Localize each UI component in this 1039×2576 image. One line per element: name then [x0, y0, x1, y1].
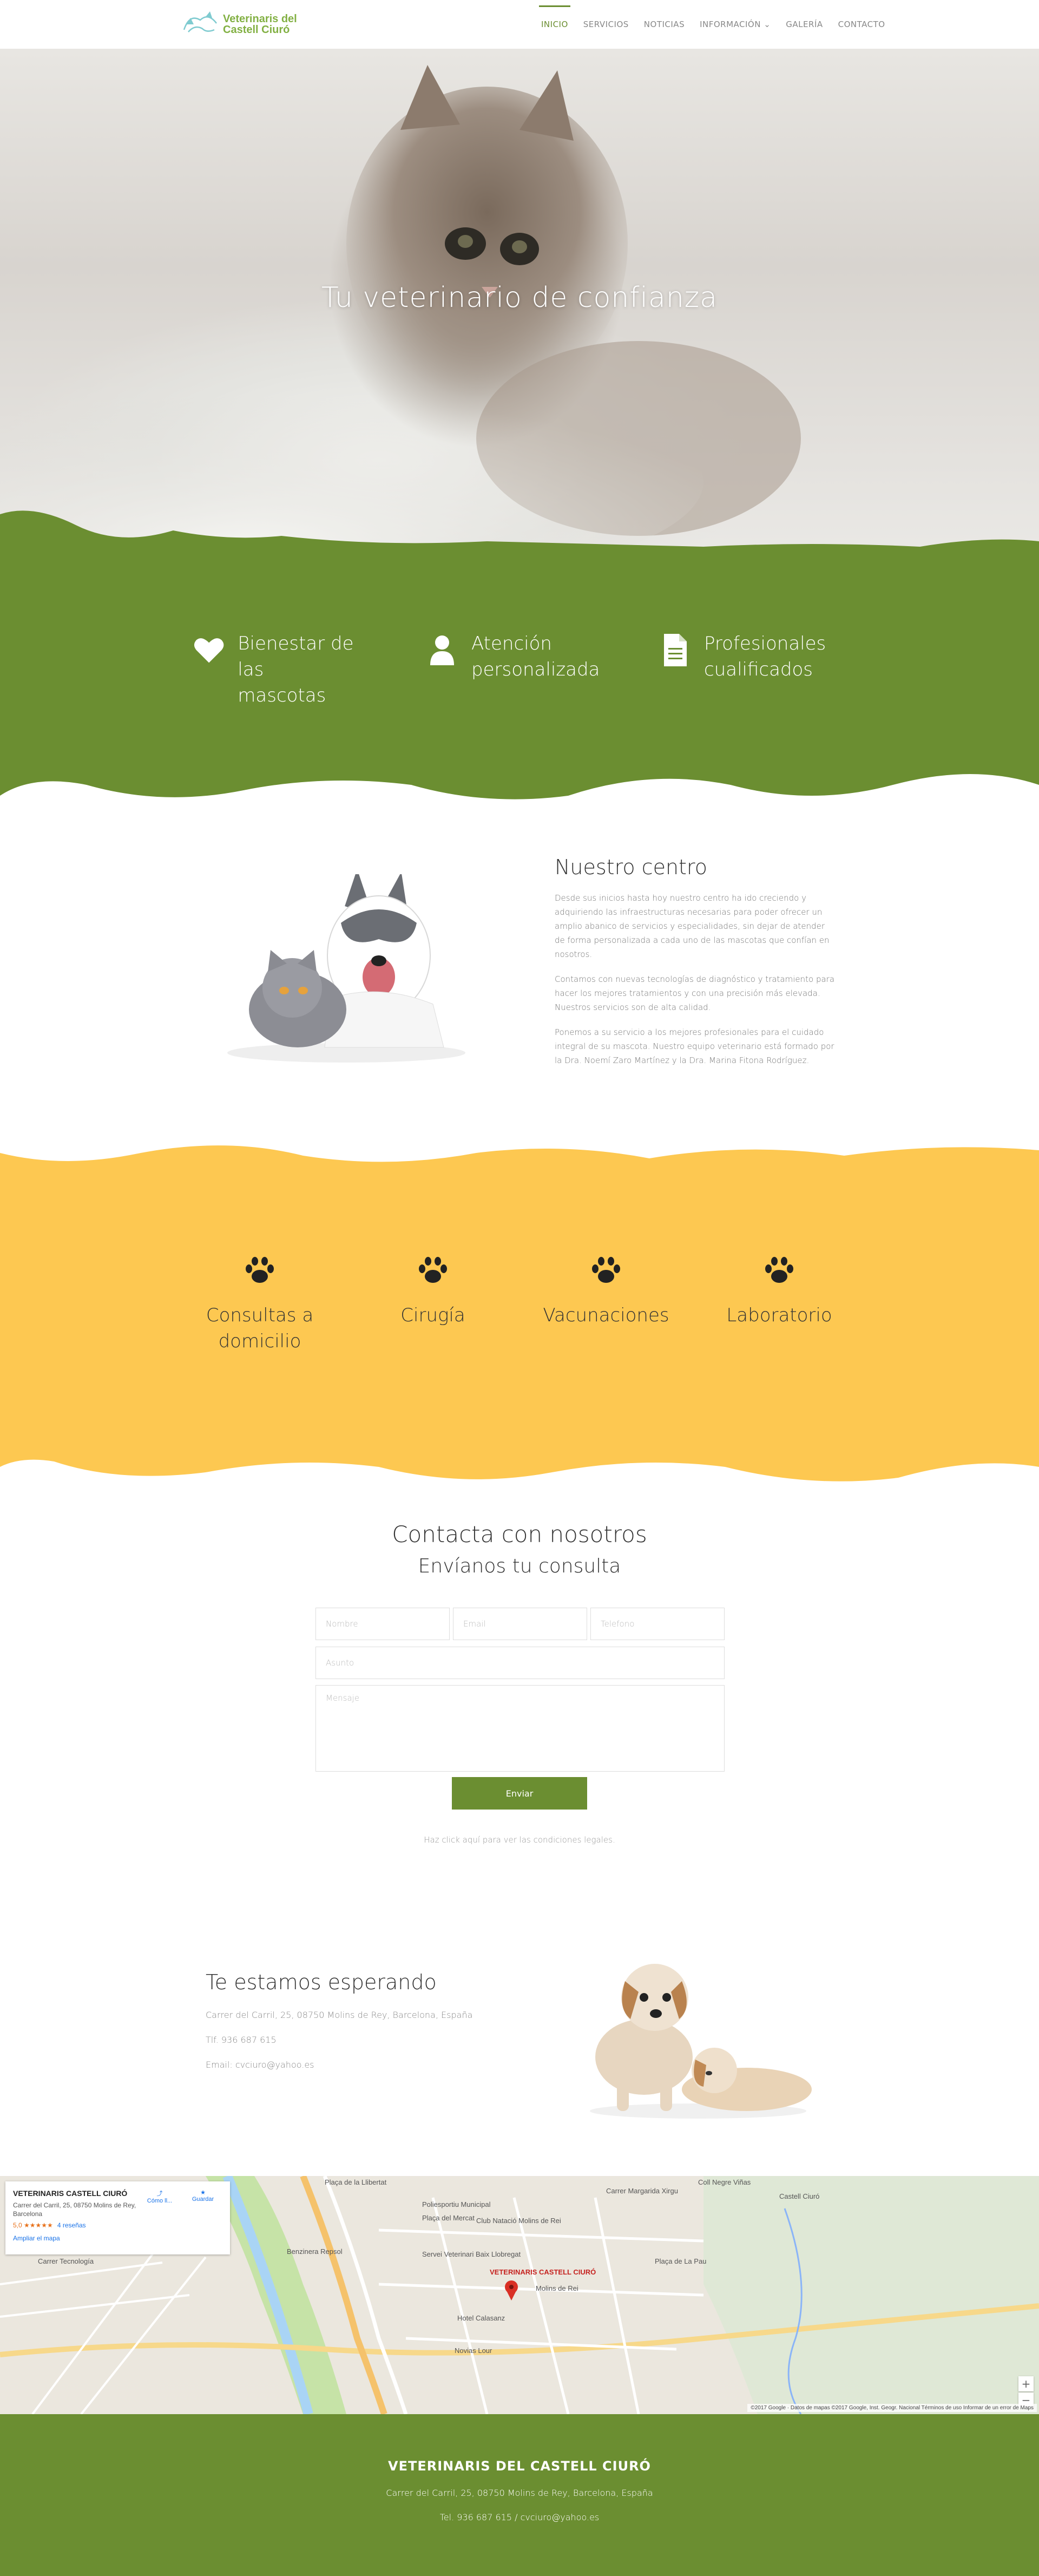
location-title: Te estamos esperando [206, 1970, 437, 1994]
nav-servicios[interactable]: SERVICIOS [578, 0, 634, 49]
map-label-mercat: Plaça del Mercat [422, 2214, 475, 2222]
location-phone: Tlf. 936 687 615 [206, 2035, 277, 2045]
document-icon [664, 634, 687, 666]
map-attribution[interactable]: ©2017 Google · Datos de mapas ©2017 Goog… [747, 2404, 1037, 2412]
directions-label: Cómo ll... [147, 2198, 173, 2204]
logo-text: Veterinaris del Castell Ciuró [223, 14, 297, 35]
map-label-natacio: Club Natació Molins de Rei [476, 2217, 561, 2225]
service-4-line-1: Laboratorio [726, 1305, 832, 1326]
message-textarea[interactable]: Mensaje [315, 1685, 725, 1772]
paw-icon [765, 1257, 793, 1283]
paw-icon [592, 1257, 620, 1283]
map-label-servei: Servei Veterinari Baix Llobregat [422, 2250, 521, 2258]
hero-title: Tu veterinario de confianza [321, 281, 718, 314]
feature-3-line-2: cualificados [704, 659, 813, 680]
nav-inicio[interactable]: INICIO [536, 0, 574, 49]
phone-input[interactable]: Telefono [590, 1608, 725, 1640]
map-label-benzinera: Benzinera Repsol [287, 2247, 343, 2256]
main-nav: INICIO SERVICIOS NOTICIAS INFORMACIÓN ⌄ … [536, 0, 891, 49]
map-label-rasa: Carrer Margarida Xirgu [606, 2187, 678, 2195]
centro-section: Nuestro centro Desde sus inicios hasta h… [555, 855, 836, 1078]
contact-subtitle: Envíanos tu consulta [418, 1555, 621, 1577]
feature-2-line-2: personalizada [471, 659, 600, 680]
site-footer: VETERINARIS DEL CASTELL CIURÓ Carrer del… [0, 2414, 1039, 2576]
service-3-line-1: Vacunaciones [543, 1305, 669, 1326]
map-marker-label[interactable]: VETERINARIS CASTELL CIURÓ [490, 2268, 596, 2276]
map-rating-stars: 5,0 ★★★★★ [13, 2221, 53, 2229]
map-label-tecnologia: Carrer Tecnología [38, 2257, 94, 2265]
location-email[interactable]: Email: cvciuro@yahoo.es [206, 2058, 487, 2072]
service-vacunaciones[interactable]: Vacunaciones [520, 1256, 693, 1354]
feature-3-line-1: Profesionales [704, 633, 826, 654]
map-label-rambla: Plaça de la Llibertat [325, 2178, 387, 2186]
nav-galeria[interactable]: GALERÍA [780, 0, 828, 49]
map-enlarge-link[interactable]: Ampliar el mapa [13, 2234, 222, 2242]
service-2-line-1: Cirugía [400, 1305, 465, 1326]
service-1-line-1: Consultas a [206, 1305, 314, 1326]
subject-input[interactable]: Asunto [315, 1647, 725, 1679]
map-save-button[interactable]: ★ Guardar [184, 2189, 222, 2203]
email-input[interactable]: Email [453, 1608, 587, 1640]
puppies-image [590, 1964, 812, 2119]
service-consultas[interactable]: Consultas a domicilio [173, 1256, 346, 1354]
map-place-address: Carrer del Carril, 25, 08750 Molins de R… [13, 2201, 136, 2218]
centro-paragraph-3: Ponemos a su servicio a los mejores prof… [555, 1027, 834, 1065]
location-address: Carrer del Carril, 25, 08750 Molins de R… [206, 2010, 473, 2020]
paw-icon [419, 1257, 447, 1283]
map-label-coll: Coll Negre Viñas [698, 2178, 751, 2186]
name-input[interactable]: Nombre [315, 1608, 450, 1640]
map-label-molins: Molins de Rei [536, 2284, 578, 2292]
feature-1-line-2: mascotas [238, 685, 326, 706]
map-label-poliesportiu: Poliesportiu Municipal [422, 2200, 491, 2208]
google-map[interactable]: Plaça de la Llibertat Poliesportiu Munic… [0, 2176, 1039, 2414]
feature-2-line-1: Atención [471, 633, 552, 654]
map-place-rating: 5,0 ★★★★★ 4 reseñas [13, 2221, 222, 2229]
directions-icon: ⤴ [156, 2191, 163, 2197]
map-label-placa-pau: Plaça de La Pau [655, 2257, 707, 2265]
feature-bienestar: Bienestar de las mascotas [192, 631, 382, 709]
feature-1-line-1: Bienestar de las [238, 633, 354, 680]
save-label: Guardar [192, 2196, 214, 2203]
map-directions-button[interactable]: ⤴ Cómo ll... [141, 2189, 179, 2204]
site-logo[interactable]: Veterinaris del Castell Ciuró [179, 8, 308, 41]
centro-paragraph-1: Desde sus inicios hasta hoy nuestro cent… [555, 893, 830, 959]
nav-contacto[interactable]: CONTACTO [833, 0, 891, 49]
service-laboratorio[interactable]: Laboratorio [693, 1256, 866, 1354]
submit-button[interactable]: Enviar [452, 1777, 587, 1810]
nav-informacion[interactable]: INFORMACIÓN ⌄ [694, 0, 776, 49]
user-icon [430, 635, 454, 665]
paw-icon [246, 1257, 274, 1283]
map-label-hotel: Hotel Calasanz [457, 2314, 505, 2322]
centro-paragraph-2: Contamos con nuevas tecnologías de diagn… [555, 974, 835, 1012]
footer-contact: Tel. 936 687 615 / cvciuro@yahoo.es [439, 2512, 600, 2522]
map-zoom-in-button[interactable]: + [1018, 2376, 1034, 2391]
centro-title: Nuestro centro [555, 855, 707, 879]
map-place-card: VETERINARIS CASTELL CIURÓ Carrer del Car… [5, 2181, 230, 2254]
contact-title: Contacta con nosotros [392, 1521, 647, 1548]
feature-atencion: Atención personalizada [425, 631, 614, 709]
legal-conditions-link[interactable]: Haz click aquí para ver las condiciones … [0, 1835, 1039, 1845]
husky-and-cat-image [227, 874, 465, 1063]
map-reviews-link[interactable]: 4 reseñas [57, 2221, 86, 2229]
services-row: Consultas a domicilio Cirugía Vacunacion… [0, 1256, 1039, 1354]
map-label-novias: Novias Lour [455, 2346, 492, 2355]
features-row: Bienestar de las mascotas Atención perso… [0, 631, 1039, 709]
logo-line-2: Castell Ciuró [223, 24, 290, 36]
footer-address: Carrer del Carril, 25, 08750 Molins de R… [386, 2488, 653, 2498]
map-label-castell: Castell Ciuró [779, 2192, 820, 2200]
contact-form-row: Nombre Email Telefono [315, 1608, 725, 1640]
service-1-line-2: domicilio [218, 1330, 301, 1352]
logo-line-1: Veterinaris del [223, 13, 297, 25]
nav-noticias[interactable]: NOTICIAS [639, 0, 690, 49]
feature-profesionales: Profesionales cualificados [657, 631, 847, 709]
service-cirugia[interactable]: Cirugía [346, 1256, 520, 1354]
contact-section: Contacta con nosotros Envíanos tu consul… [314, 1521, 725, 1577]
site-header: Veterinaris del Castell Ciuró INICIO SER… [0, 0, 1039, 49]
heart-icon [194, 638, 224, 663]
footer-title: VETERINARIS DEL CASTELL CIURÓ [388, 2459, 651, 2474]
location-section: Te estamos esperando Carrer del Carril, … [206, 1970, 487, 2083]
logo-dog-cat-icon [183, 11, 217, 32]
star-icon: ★ [200, 2190, 206, 2196]
